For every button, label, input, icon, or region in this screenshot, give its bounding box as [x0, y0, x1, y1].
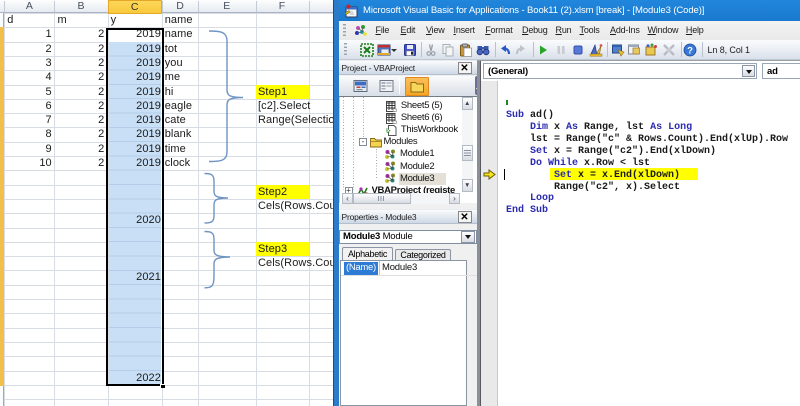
svg-text:?: ? — [687, 46, 693, 57]
